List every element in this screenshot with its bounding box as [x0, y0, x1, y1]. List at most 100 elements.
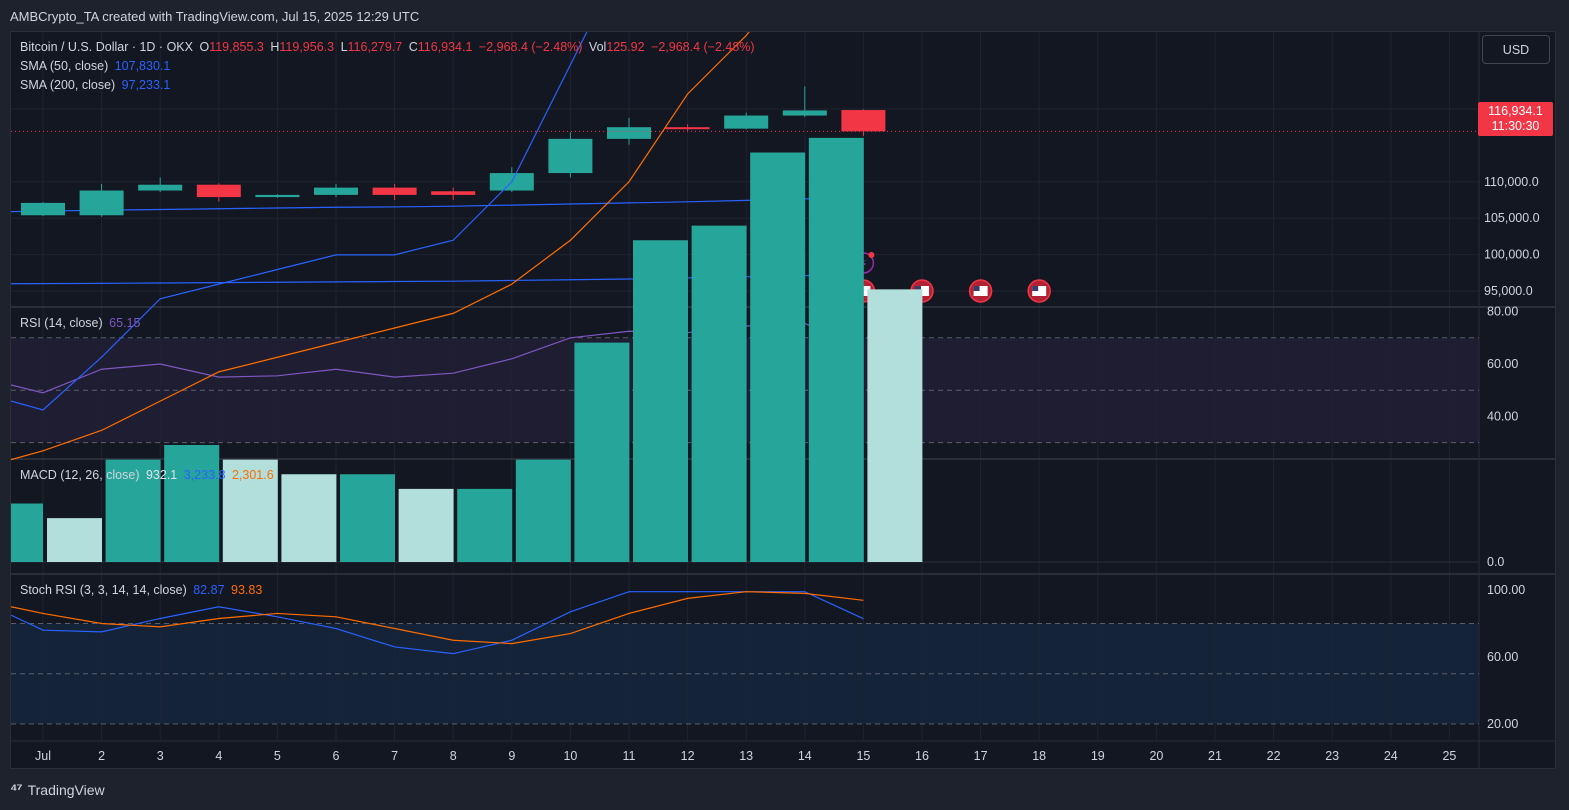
time-axis-label: 15: [856, 749, 870, 763]
candle-body: [21, 202, 65, 216]
macd-histogram-bar: [691, 225, 747, 562]
low-label: L: [340, 40, 348, 54]
chart-canvas[interactable]: 120,000.0110,000.0105,000.0100,000.095,0…: [11, 32, 1556, 769]
volume-change: −2,968.4 (−2.48%): [651, 40, 755, 54]
stoch-axis-label: 60.00: [1487, 650, 1518, 664]
time-axis-label: 22: [1267, 749, 1281, 763]
volume-label: Vol: [588, 40, 607, 54]
symbol-title[interactable]: Bitcoin / U.S. Dollar · 1D · OKX: [20, 40, 193, 54]
footer: ⁴⁷ TradingView: [10, 781, 105, 798]
candle-body: [431, 191, 476, 195]
macd-histogram-bar: [867, 289, 923, 562]
sma200-label: SMA (200, close): [20, 78, 116, 92]
sma50-legend[interactable]: SMA (50, close) 107,830.1: [20, 59, 173, 73]
macd-histogram-bar: [750, 152, 806, 562]
open-label: O: [199, 40, 210, 54]
stoch-axis-label: 100.00: [1487, 583, 1525, 597]
rsi-axis-label: 40.00: [1487, 409, 1518, 423]
macd-line-value: 3,233.8: [183, 468, 226, 482]
macd-histogram-bar: [47, 518, 102, 562]
sma200-value: 97,233.1: [121, 78, 171, 92]
time-axis-label: 5: [274, 749, 281, 763]
chart-frame[interactable]: 120,000.0110,000.0105,000.0100,000.095,0…: [10, 31, 1556, 769]
time-axis-label: 13: [739, 749, 753, 763]
macd-histogram-bar: [633, 240, 688, 562]
us-flag-canton: [1032, 286, 1039, 291]
macd-histogram-bar: [11, 503, 43, 562]
sma50-line: [11, 196, 864, 213]
time-axis-label: 12: [681, 749, 695, 763]
time-axis-label: 21: [1208, 749, 1222, 763]
rsi-label: RSI (14, close): [20, 316, 103, 330]
volume-value: 125.92: [606, 40, 645, 54]
notification-dot: [868, 252, 875, 258]
macd-label: MACD (12, 26, close): [20, 468, 140, 482]
stoch-k-value: 82.87: [193, 583, 225, 597]
time-axis-label: 3: [157, 749, 164, 763]
time-axis-label: 16: [915, 749, 929, 763]
low-value: 116,279.7: [347, 40, 403, 54]
currency-button[interactable]: USD: [1482, 35, 1550, 64]
us-flag-canton: [973, 286, 980, 291]
rsi-value: 65.15: [109, 316, 141, 330]
price-axis-label: 100,000.0: [1484, 248, 1540, 262]
time-axis-label: 7: [391, 749, 398, 763]
time-axis-label: 24: [1384, 749, 1398, 763]
macd-histogram-bar: [164, 445, 220, 562]
candle-body: [841, 110, 886, 132]
time-axis-label: 18: [1032, 749, 1046, 763]
candle-body: [548, 138, 593, 174]
time-axis-label: 4: [215, 749, 222, 763]
sma200-legend[interactable]: SMA (200, close) 97,233.1: [20, 78, 173, 92]
time-axis-label: 8: [450, 749, 457, 763]
tradingview-logo-icon[interactable]: ⁴⁷: [10, 781, 23, 798]
price-axis-label: 95,000.0: [1484, 284, 1533, 298]
time-axis-label: 19: [1091, 749, 1105, 763]
macd-histogram-bar: [574, 342, 630, 562]
macd-axis-label: 0.0: [1487, 555, 1504, 569]
macd-histogram-bar: [340, 474, 395, 562]
time-axis-label: 20: [1149, 749, 1163, 763]
time-axis-label: 25: [1442, 749, 1456, 763]
rsi-legend[interactable]: RSI (14, close) 65.15: [20, 316, 143, 330]
candle-body: [196, 184, 241, 198]
macd-legend[interactable]: MACD (12, 26, close) 932.1 3,233.8 2,301…: [20, 468, 277, 482]
candle-body: [782, 110, 827, 116]
high-value: 119,956.3: [279, 40, 335, 54]
macd-histogram-bar: [398, 488, 454, 562]
macd-histogram-bar: [281, 474, 337, 562]
close-value: 116,934.1: [417, 40, 473, 54]
bar-countdown: 11:30:30: [1491, 119, 1540, 133]
price-axis-label: 110,000.0: [1484, 175, 1539, 189]
time-axis-label: 14: [798, 749, 812, 763]
price-axis-label: 105,000.0: [1484, 211, 1540, 225]
candle-body: [79, 190, 124, 216]
time-axis-label: 17: [974, 749, 988, 763]
macd-histogram-bar: [808, 137, 864, 562]
candle-body: [255, 194, 300, 198]
candle-body: [314, 187, 358, 195]
chart-caption: AMBCrypto_TA created with TradingView.co…: [10, 9, 420, 24]
macd-histogram-bar: [457, 488, 513, 562]
time-axis-label: 10: [563, 749, 577, 763]
time-axis-label: 2: [98, 749, 105, 763]
candle-body: [724, 115, 769, 129]
time-axis-label: 6: [333, 749, 340, 763]
macd-hist-value: 932.1: [145, 468, 178, 482]
close-label: C: [408, 40, 418, 54]
footer-brand[interactable]: TradingView: [28, 782, 105, 798]
candle-body: [665, 127, 710, 130]
time-axis-label: 9: [508, 749, 515, 763]
last-price: 116,934.1: [1488, 104, 1543, 118]
main-legend: Bitcoin / U.S. Dollar · 1D · OKX O119,85…: [20, 40, 758, 54]
macd-histogram-bar: [515, 459, 571, 562]
candle-body: [138, 184, 183, 191]
open-value: 119,855.3: [209, 40, 264, 54]
stoch-label: Stoch RSI (3, 3, 14, 14, close): [20, 583, 187, 597]
candle-body: [372, 187, 417, 195]
last-price-tag: 116,934.1 11:30:30: [1478, 102, 1553, 136]
macd-signal-value: 2,301.6: [231, 468, 274, 482]
change-value: −2,968.4 (−2.48%): [478, 40, 583, 54]
time-axis-label: Jul: [35, 749, 51, 763]
stoch-legend[interactable]: Stoch RSI (3, 3, 14, 14, close) 82.87 93…: [20, 583, 265, 597]
